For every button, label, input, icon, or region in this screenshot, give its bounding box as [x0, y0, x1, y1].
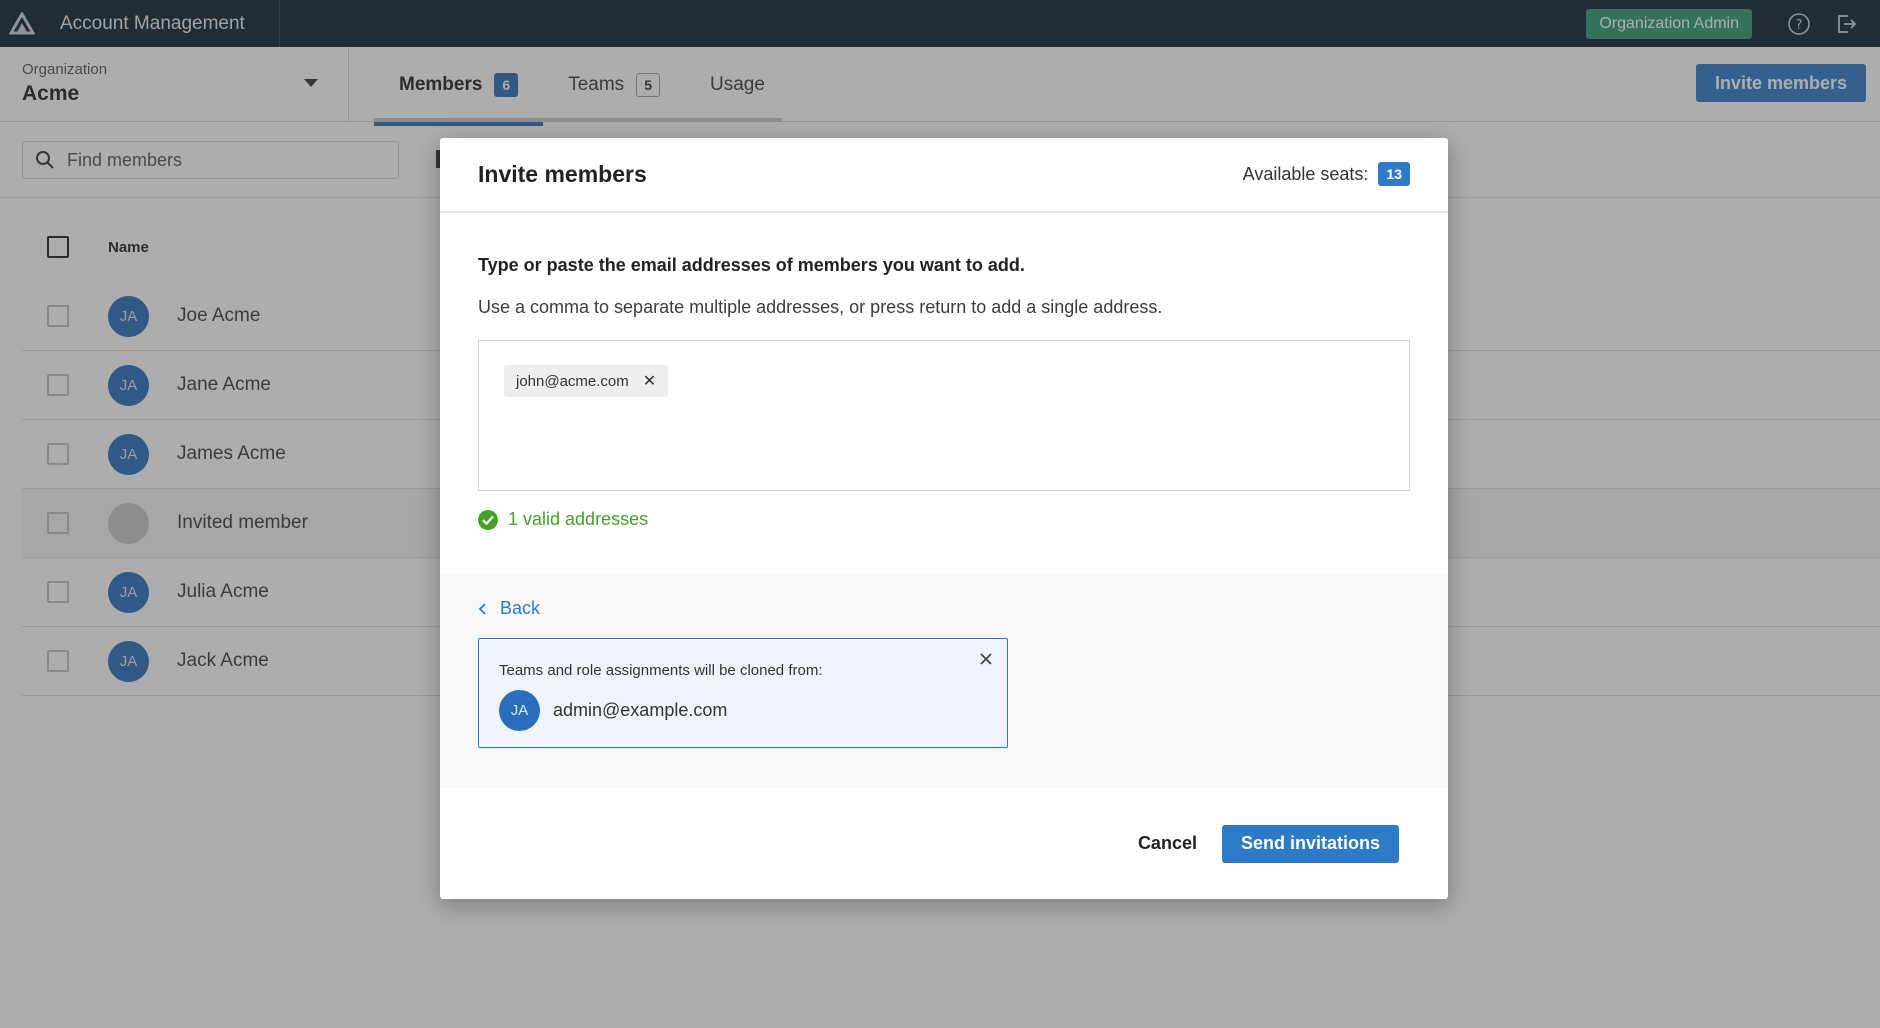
instruction-text: Use a comma to separate multiple address…	[478, 297, 1163, 317]
back-link[interactable]: Back	[478, 598, 1410, 619]
remove-email-icon[interactable]: ✕	[643, 371, 656, 391]
email-chip[interactable]: john@acme.com ✕	[504, 365, 669, 397]
email-chip-label: john@acme.com	[516, 372, 629, 390]
dialog-title: Invite members	[478, 161, 647, 187]
clone-source-email: admin@example.com	[553, 700, 728, 720]
available-seats-label: Available seats:	[1242, 163, 1369, 184]
clone-source-label: Teams and role assignments will be clone…	[499, 662, 823, 679]
email-input-area[interactable]: john@acme.com ✕	[478, 340, 1410, 491]
dialog-body: Type or paste the email addresses of mem…	[440, 213, 1448, 573]
back-label: Back	[500, 598, 541, 618]
dialog-footer: Cancel Send invitations	[440, 788, 1448, 899]
close-icon[interactable]	[977, 650, 995, 668]
clone-source-user: JA admin@example.com	[499, 690, 987, 731]
check-circle-icon	[478, 509, 498, 530]
available-seats-count: 13	[1378, 162, 1410, 186]
send-invitations-button[interactable]: Send invitations	[1221, 824, 1399, 863]
clone-section: Back Teams and role assignments will be …	[440, 573, 1448, 788]
dialog-header: Invite members Available seats: 13	[440, 138, 1448, 213]
chevron-left-icon	[478, 602, 486, 615]
instruction-heading: Type or paste the email addresses of mem…	[478, 255, 1025, 275]
validation-status: 1 valid addresses	[478, 509, 1410, 530]
cancel-button[interactable]: Cancel	[1138, 833, 1197, 854]
clone-source-panel: Teams and role assignments will be clone…	[478, 638, 1008, 748]
avatar: JA	[499, 690, 540, 731]
invite-members-dialog: Invite members Available seats: 13 Type …	[440, 138, 1448, 899]
available-seats: Available seats: 13	[1243, 162, 1410, 186]
valid-addresses-text: 1 valid addresses	[508, 509, 649, 529]
